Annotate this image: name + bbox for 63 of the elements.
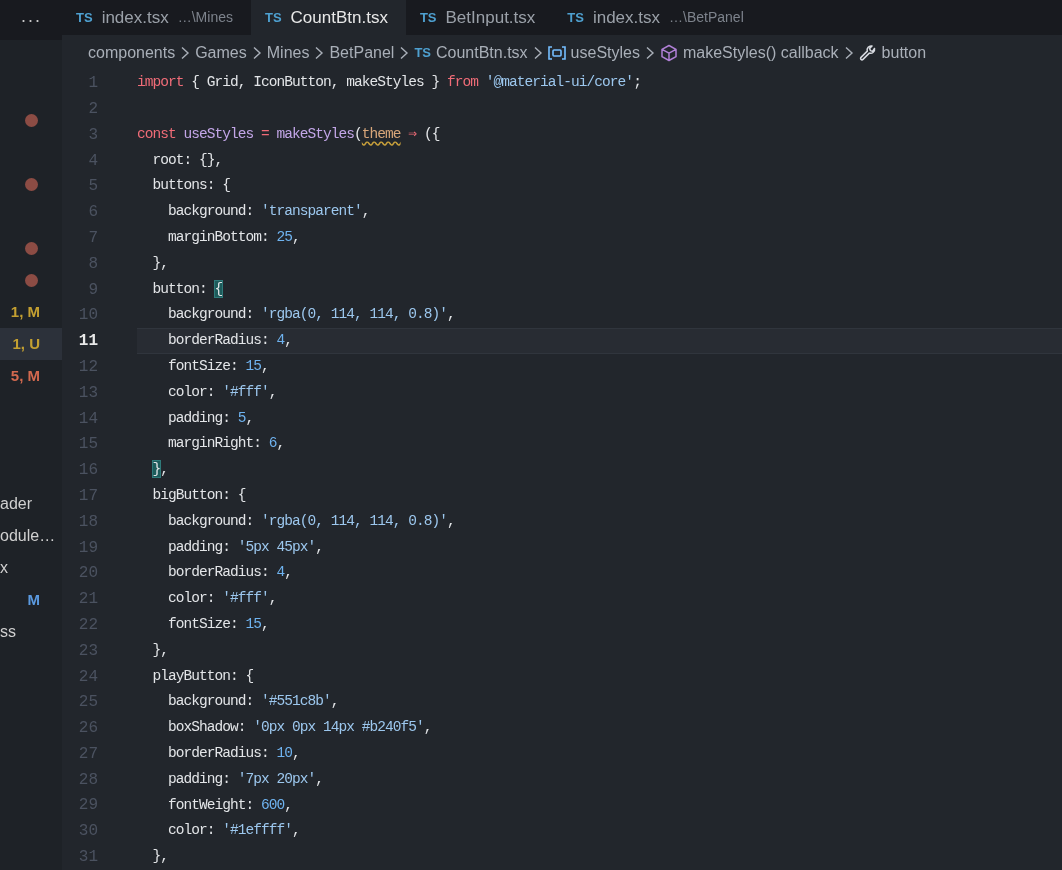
code-line: background: '#551c8b', [167, 692, 339, 712]
breadcrumb-item[interactable]: CountBtn.tsx [436, 40, 528, 65]
code-line: borderRadius: 10, [167, 744, 300, 763]
code-line: borderRadius: 4, [167, 563, 293, 583]
code-line: color: '#1effff', [167, 821, 300, 841]
code-line: fontSize: 15, [167, 357, 269, 377]
code-line: fontSize: 15, [167, 615, 269, 635]
cube-icon [660, 43, 678, 62]
code-line: button: { [151, 279, 223, 299]
breadcrumb-item[interactable]: Mines [266, 40, 310, 65]
code-line: bigButton: { [151, 486, 246, 506]
code-line: background: 'rgba(0, 114, 114, 0.8)', [167, 511, 455, 531]
breadcrumb-item[interactable]: useStyles [570, 40, 640, 65]
code-line: fontWeight: 600, [167, 795, 293, 815]
typescript-file-icon: TS [567, 7, 584, 28]
git-status-label: 1, U [12, 333, 40, 354]
code-line: }, [151, 253, 168, 273]
file-name[interactable]: x [0, 556, 8, 580]
breadcrumb-item[interactable]: components [88, 40, 176, 65]
code-line: padding: '5px 45px', [167, 537, 324, 557]
git-status-label: 1, M [10, 301, 40, 322]
editor-tab[interactable]: TS index.tsx …\Mines [62, 0, 251, 36]
git-status-label: M [27, 589, 40, 610]
typescript-file-icon: TS [419, 7, 437, 28]
file-name[interactable]: ss [0, 620, 16, 644]
git-status-label: 5, M [10, 365, 40, 386]
typescript-file-icon: TS [76, 7, 93, 28]
code-line: borderRadius: 4, [167, 331, 293, 351]
breadcrumb-item[interactable]: Games [195, 40, 247, 65]
code-line: }, [151, 460, 169, 480]
file-path-hint: …\BetPanel [669, 8, 744, 28]
code-line: color: '#fff', [167, 382, 277, 402]
code-line: padding: 5, [167, 408, 254, 428]
code-line: import { Grid, IconButton, makeStyles } from '@material-ui/core'; [137, 73, 641, 93]
code-line: boxShadow: '0px 0px 14px #b240f5', [167, 718, 432, 738]
editor-tab[interactable]: TS BetInput.tsx [405, 0, 554, 36]
typescript-file-icon: TS [414, 42, 431, 63]
variable-icon [547, 44, 566, 61]
editor-tab[interactable]: TS index.tsx …\BetPanel [553, 0, 762, 36]
chevron-icon [644, 45, 656, 60]
selected-row-highlight[interactable]: 1, U [0, 328, 62, 360]
code-line: buttons: { [151, 176, 231, 196]
line-number: 11 [77, 331, 98, 353]
code-line: root: {}, [151, 150, 223, 170]
code-line: }, [151, 847, 168, 867]
code-line: marginRight: 6, [167, 434, 285, 454]
breadcrumb-item[interactable]: makeStyles() callback [683, 40, 839, 65]
breadcrumb-item[interactable]: BetPanel [329, 40, 395, 65]
code-line: playButton: { [151, 666, 254, 686]
code-line: color: '#fff', [167, 589, 277, 609]
code-line: }, [151, 640, 168, 660]
code-line: padding: '7px 20px', [167, 769, 324, 789]
typescript-file-icon: TS [264, 7, 282, 28]
breadcrumb-item[interactable]: button [881, 40, 927, 65]
file-name[interactable]: odule… [0, 524, 56, 548]
file-path-hint: …\Mines [177, 8, 233, 28]
wrench-icon [858, 43, 877, 62]
code-line: background: 'rgba(0, 114, 114, 0.8)', [167, 305, 455, 325]
code-line: const useStyles = makeStyles(theme ⇒ ({ [137, 124, 440, 144]
editor-tab[interactable]: TS CountBtn.tsx [250, 0, 406, 36]
code-line: marginBottom: 25, [167, 228, 300, 248]
code-line: background: 'transparent', [167, 202, 370, 222]
file-name[interactable]: ader [0, 492, 33, 516]
